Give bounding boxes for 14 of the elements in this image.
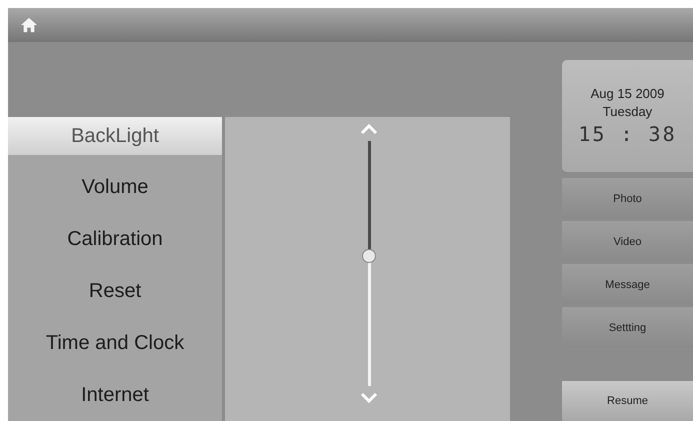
down-chevron-icon[interactable]: [359, 392, 379, 404]
date-text: Aug 15 2009: [590, 86, 664, 101]
menu-item[interactable]: Time and Clock: [8, 317, 222, 369]
home-icon[interactable]: [20, 17, 38, 33]
time-text: 15 : 38: [578, 122, 677, 146]
menu-item[interactable]: Volume: [8, 161, 222, 213]
menu-item[interactable]: BackLight: [8, 117, 222, 155]
weekday-text: Tuesday: [602, 104, 652, 119]
slider-thumb[interactable]: [362, 249, 376, 264]
up-chevron-icon[interactable]: [359, 123, 379, 135]
menu-item[interactable]: Internet: [8, 369, 222, 421]
resume-button[interactable]: Resume: [562, 381, 693, 421]
menu-item[interactable]: Calibration: [8, 213, 222, 265]
menu-item[interactable]: Reset: [8, 265, 222, 317]
